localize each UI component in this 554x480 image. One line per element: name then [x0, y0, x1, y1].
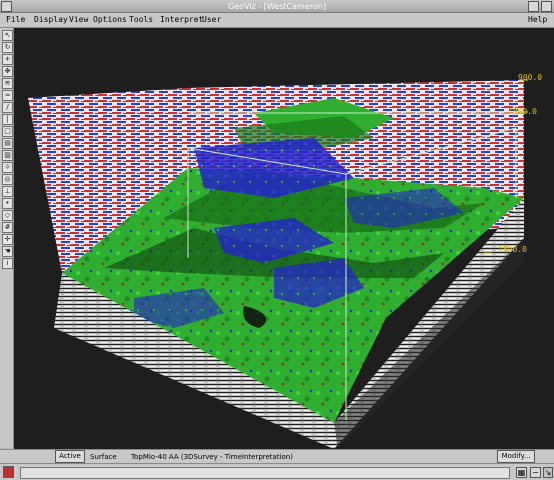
active-button[interactable]: Active — [55, 450, 85, 463]
menu-user[interactable]: User — [202, 14, 221, 26]
menu-tools[interactable]: Tools — [129, 14, 153, 26]
menu-file[interactable]: File — [6, 14, 25, 26]
pick-tool-icon[interactable]: • — [2, 198, 13, 209]
window-title: GeoViz - [WestCameron] — [228, 2, 326, 11]
menu-help[interactable]: Help — [528, 14, 547, 26]
menu-interpret[interactable]: Interpret — [160, 14, 203, 26]
minimize-button[interactable] — [528, 1, 539, 12]
menu-bar: File Display View Options Tools Interpre… — [0, 13, 554, 28]
tool-palette: ↖ ↻ + ✥ ≋ ≈ / | □ ▤ ▥ ☼ ◎ ⊥ • ◇ # ✛ ☚ i — [0, 28, 14, 448]
modify-button[interactable]: Modify... — [497, 450, 535, 463]
colormap-tool-icon[interactable]: ▤ — [2, 138, 13, 149]
zoom-tool-icon[interactable]: + — [2, 54, 13, 65]
seismic-cube-render[interactable] — [14, 28, 554, 449]
title-bar: GeoViz - [WestCameron] — [0, 0, 554, 13]
hand-tool-icon[interactable]: ☚ — [2, 246, 13, 257]
camera-tool-icon[interactable]: ◎ — [2, 174, 13, 185]
move-tool-icon[interactable]: ✛ — [2, 234, 13, 245]
message-field — [20, 467, 510, 479]
well-tool-icon[interactable]: | — [2, 114, 13, 125]
menu-display[interactable]: Display — [34, 14, 68, 26]
seismic-tool-icon[interactable]: ≋ — [2, 78, 13, 89]
app-logo-icon — [3, 466, 14, 478]
3d-viewport[interactable]: 900.0 1000.0 1500.0 — [14, 28, 554, 449]
slice-tool-icon[interactable]: ▥ — [2, 150, 13, 161]
bottom-strip: ▦ − ↘ — [0, 463, 554, 480]
horizon-tool-icon[interactable]: ≈ — [2, 90, 13, 101]
object-description: TopMio-40 AA (3DSurvey - TimeInterpretat… — [131, 453, 293, 461]
menu-view[interactable]: View — [69, 14, 88, 26]
pointer-tool-icon[interactable]: ↖ — [2, 30, 13, 41]
info-tool-icon[interactable]: i — [2, 258, 13, 269]
snap-tool-icon[interactable]: ◇ — [2, 210, 13, 221]
rotate-tool-icon[interactable]: ↻ — [2, 42, 13, 53]
cube-tool-icon[interactable]: □ — [2, 126, 13, 137]
menu-options[interactable]: Options — [93, 14, 127, 26]
measure-tool-icon[interactable]: ⊥ — [2, 186, 13, 197]
maximize-button[interactable] — [541, 1, 552, 12]
light-tool-icon[interactable]: ☼ — [2, 162, 13, 173]
axis-label-1500: 1500.0 — [498, 245, 527, 254]
fault-tool-icon[interactable]: / — [2, 102, 13, 113]
grid-icon[interactable]: ▦ — [516, 467, 527, 478]
pan-tool-icon[interactable]: ✥ — [2, 66, 13, 77]
axis-label-1000: 1000.0 — [508, 107, 537, 116]
status-bar: Active Surface TopMio-40 AA (3DSurvey - … — [0, 449, 554, 463]
object-type-label: Surface — [90, 453, 117, 461]
axis-label-900: 900.0 — [518, 73, 543, 82]
grid-tool-icon[interactable]: # — [2, 222, 13, 233]
arrow-icon[interactable]: ↘ — [543, 467, 553, 478]
minus-icon[interactable]: − — [530, 467, 541, 478]
